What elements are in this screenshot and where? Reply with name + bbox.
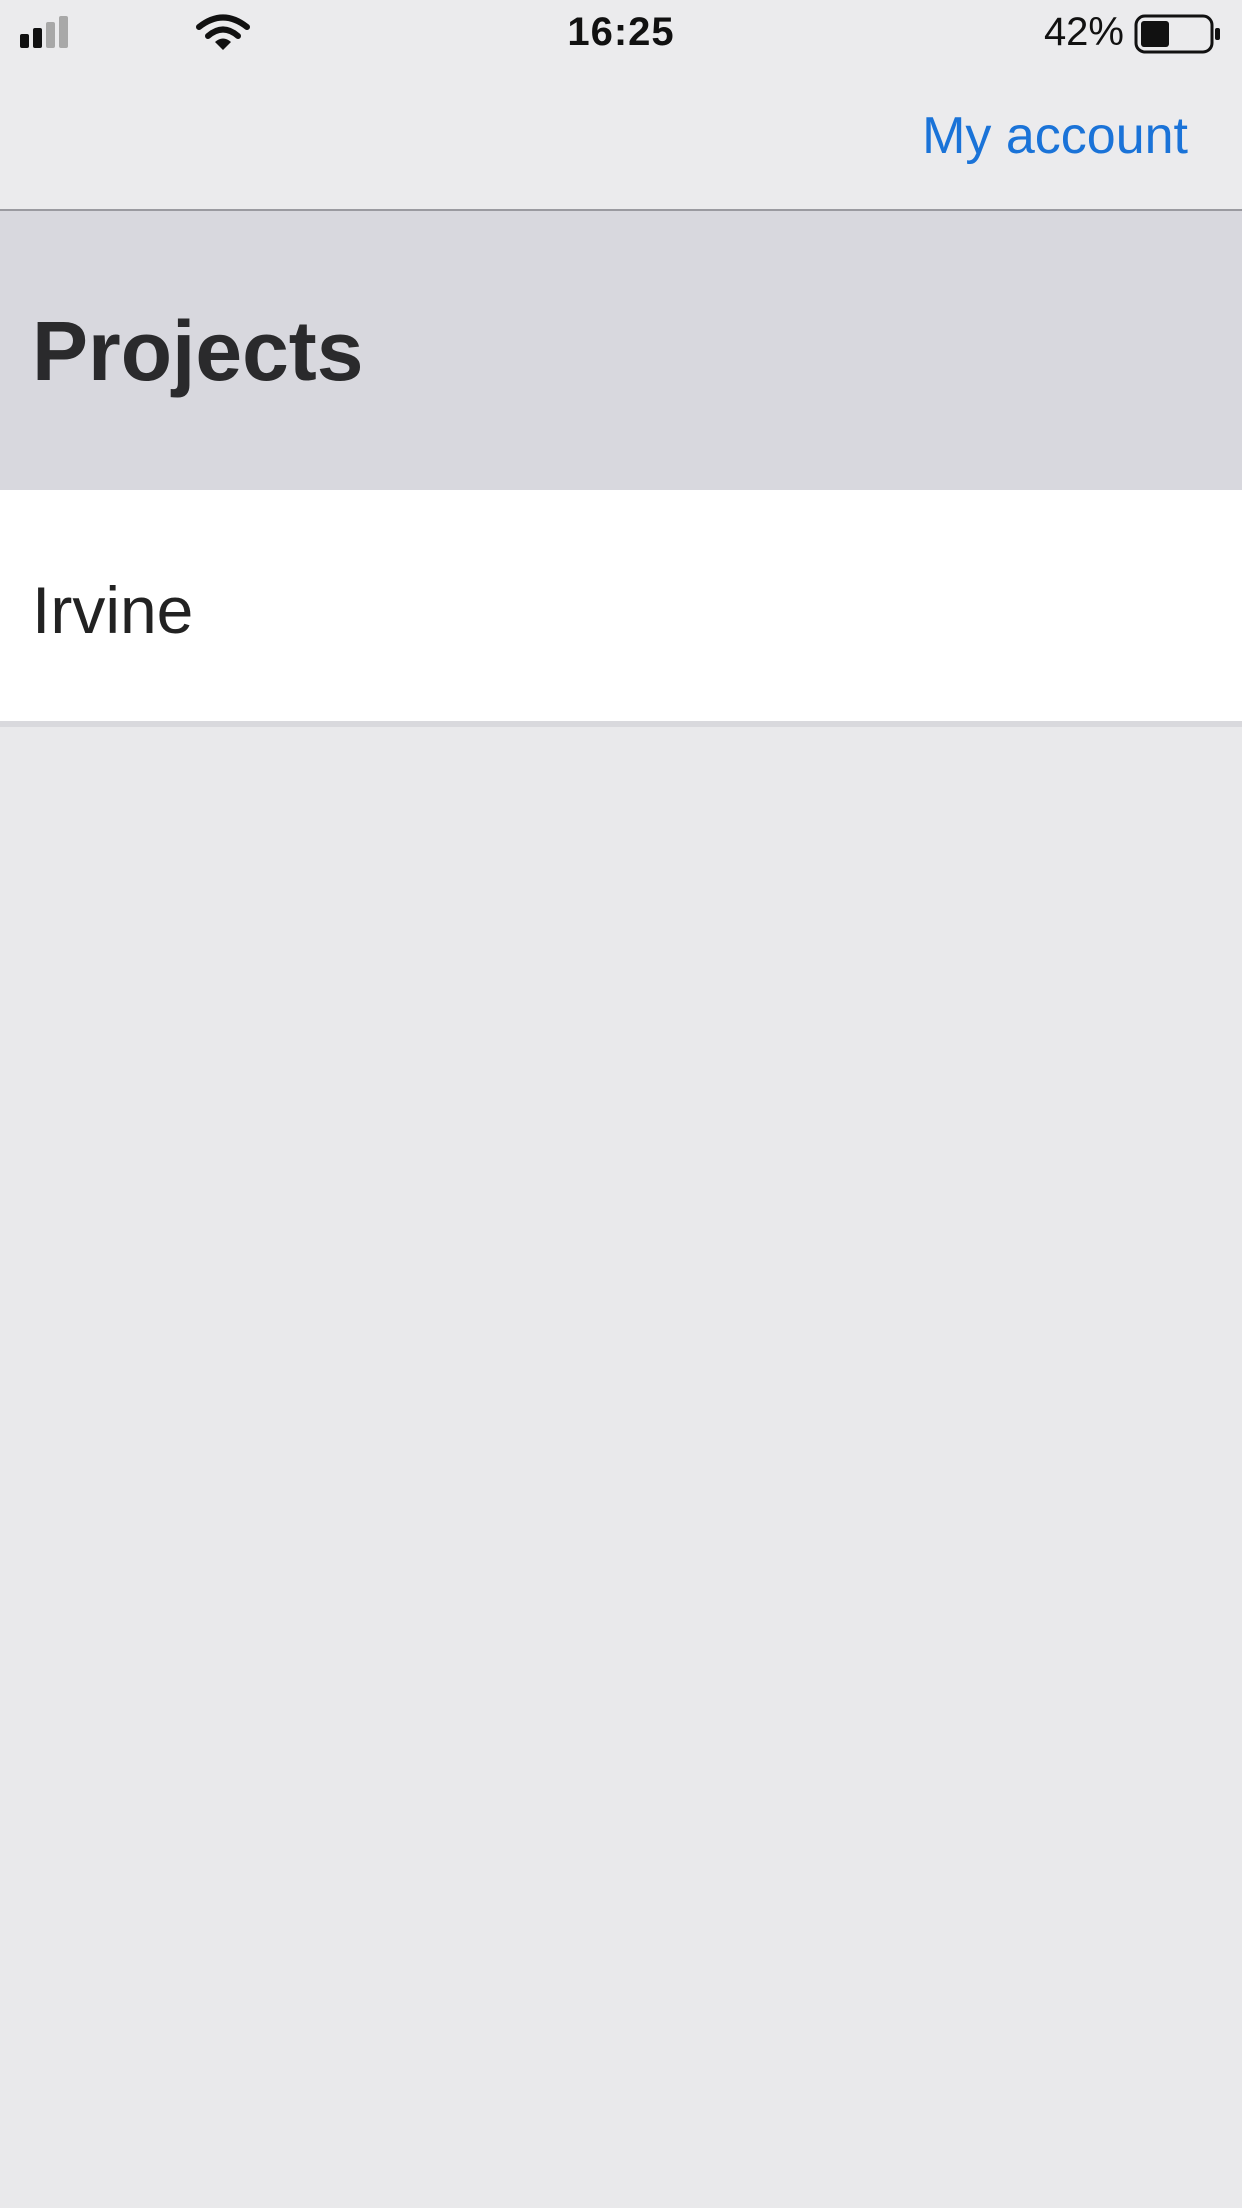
app-screen: 16:25 42% My account Projects Irvine bbox=[0, 0, 1242, 2208]
navigation-bar: My account bbox=[0, 66, 1242, 211]
project-list: Irvine bbox=[0, 490, 1242, 727]
project-name: Irvine bbox=[32, 573, 194, 647]
page-title: Projects bbox=[32, 304, 364, 398]
battery-icon bbox=[1134, 14, 1220, 54]
status-bar: 16:25 42% bbox=[0, 0, 1242, 66]
list-item[interactable]: Irvine bbox=[0, 490, 1242, 727]
battery-percentage: 42% bbox=[1043, 10, 1124, 54]
projects-section-header: Projects bbox=[0, 211, 1242, 490]
my-account-button[interactable]: My account bbox=[922, 106, 1188, 166]
